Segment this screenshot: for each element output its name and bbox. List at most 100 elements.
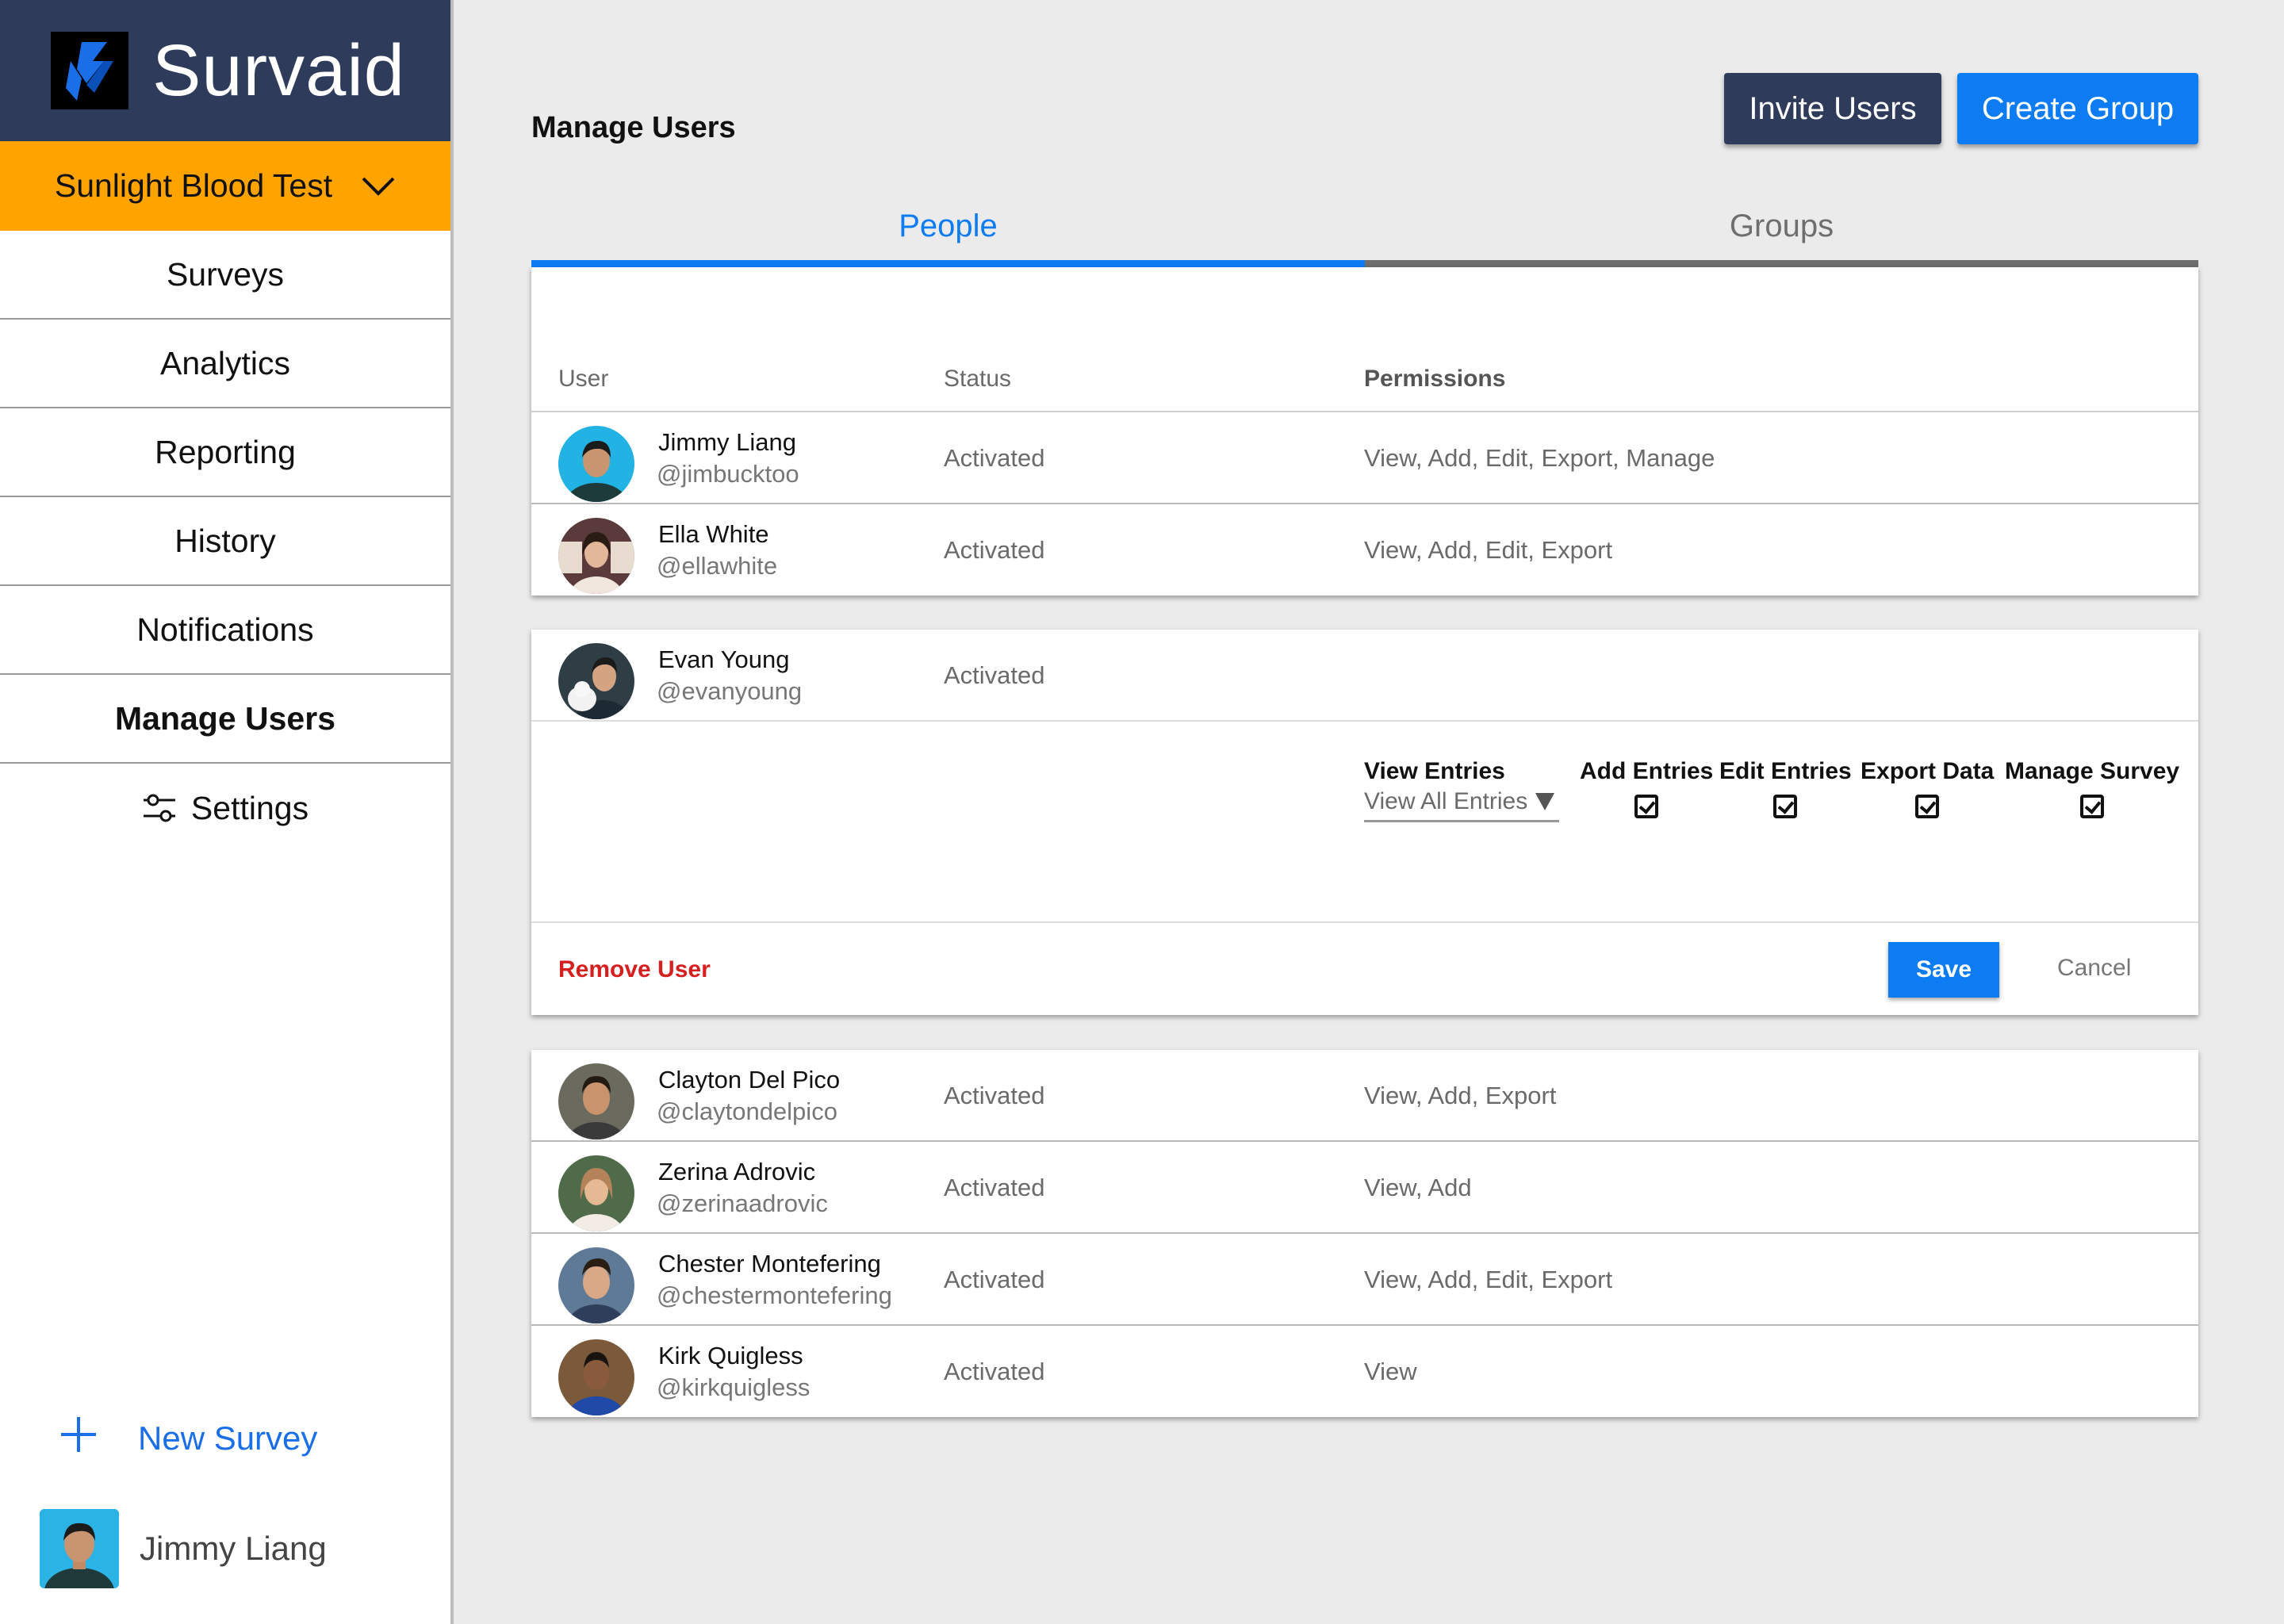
user-permissions: View, Add: [1364, 1174, 1472, 1201]
user-handle: @ellawhite: [657, 552, 778, 580]
table-row[interactable]: Chester Montefering @chestermontefering …: [531, 1234, 2198, 1326]
new-survey-button[interactable]: New Survey: [59, 1415, 317, 1462]
edit-entries-checkbox[interactable]: [1773, 795, 1798, 818]
app-name: Survaid: [152, 29, 405, 111]
table-row[interactable]: Zerina Adrovic @zerinaadrovic Activated …: [531, 1142, 2198, 1234]
user-name: Zerina Adrovic: [658, 1158, 816, 1185]
sidebar-item-manage-users[interactable]: Manage Users: [0, 675, 450, 764]
table-row[interactable]: Evan Young @evanyoung Activated: [531, 630, 2198, 722]
sidebar-item-label: Analytics: [159, 344, 291, 381]
user-name: Jimmy Liang: [658, 428, 796, 456]
export-data-checkbox[interactable]: [1915, 795, 1940, 818]
edit-actions: Remove User Save Cancel: [531, 923, 2198, 1013]
view-entries-select[interactable]: View All Entries: [1364, 788, 1559, 822]
user-name: Kirk Quigless: [658, 1342, 803, 1369]
view-entries-label: View Entries: [1364, 758, 1505, 784]
user-name: Chester Montefering: [658, 1250, 881, 1277]
sidebar-item-analytics[interactable]: Analytics: [0, 320, 450, 408]
save-button[interactable]: Save: [1888, 942, 1999, 998]
cancel-button[interactable]: Cancel: [2057, 955, 2131, 982]
tab-groups[interactable]: Groups: [1365, 202, 2198, 267]
user-handle: @jimbucktoo: [657, 460, 799, 488]
edit-entries-control: Edit Entries: [1719, 758, 1852, 825]
user-edit-panel: Evan Young @evanyoung Activated View Ent…: [531, 630, 2198, 1015]
sidebar-item-label: Notifications: [136, 611, 314, 648]
sidebar-item-history[interactable]: History: [0, 497, 450, 586]
sidebar-item-label: History: [174, 522, 276, 559]
user-permissions: View, Add, Export: [1364, 1082, 1557, 1109]
new-survey-label: New Survey: [138, 1419, 318, 1457]
user-handle: @kirkquigless: [657, 1373, 811, 1401]
column-header-user: User: [558, 366, 609, 392]
user-status: Activated: [944, 1358, 1045, 1385]
user-status: Activated: [944, 1082, 1045, 1109]
user-handle: @zerinaadrovic: [657, 1189, 828, 1217]
column-header-status: Status: [944, 366, 1012, 392]
table-row[interactable]: Jimmy Liang @jimbucktoo Activated View, …: [531, 412, 2198, 504]
users-table-bottom: Clayton Del Pico @claytondelpico Activat…: [531, 1050, 2198, 1417]
sidebar-item-label: Settings: [190, 789, 309, 826]
user-status: Activated: [944, 536, 1045, 564]
tab-people[interactable]: People: [531, 202, 1365, 267]
invite-users-button[interactable]: Invite Users: [1724, 73, 1941, 144]
plus-icon: [59, 1415, 98, 1462]
users-table-top: User Status Permissions Jimmy Liang @jim…: [531, 267, 2198, 596]
permission-editor: View Entries View All Entries Add Entrie…: [531, 722, 2198, 923]
add-entries-checkbox[interactable]: [1634, 795, 1659, 818]
logo-bar: Survaid: [0, 0, 450, 141]
sidebar-item-label: Manage Users: [114, 699, 335, 737]
user-name: Ella White: [658, 520, 769, 548]
avatar: [558, 1247, 634, 1323]
sliders-icon: [142, 792, 177, 824]
export-data-control: Export Data: [1861, 758, 1994, 825]
create-group-button[interactable]: Create Group: [1957, 73, 2198, 144]
sidebar-item-reporting[interactable]: Reporting: [0, 408, 450, 497]
remove-user-button[interactable]: Remove User: [558, 956, 711, 983]
user-permissions: View: [1364, 1358, 1417, 1385]
sidebar-item-settings[interactable]: Settings: [0, 764, 450, 852]
user-handle: @chestermontefering: [657, 1281, 892, 1309]
chevron-down-icon: [361, 167, 396, 205]
user-permissions: View, Add, Edit, Export, Manage: [1364, 444, 1715, 472]
survaid-logo-icon: [51, 32, 128, 109]
sidebar: Survaid Sunlight Blood Test Surveys Anal…: [0, 0, 454, 1624]
add-entries-control: Add Entries: [1580, 758, 1713, 825]
caret-down-icon: [1535, 793, 1555, 810]
project-selector[interactable]: Sunlight Blood Test: [0, 141, 450, 231]
add-entries-label: Add Entries: [1580, 758, 1714, 784]
table-row[interactable]: Ella White @ellawhite Activated View, Ad…: [531, 504, 2198, 596]
view-entries-control: View Entries View All Entries: [1364, 758, 1559, 822]
current-user-name: Jimmy Liang: [140, 1530, 327, 1567]
user-permissions: View, Add, Edit, Export: [1364, 536, 1613, 564]
user-handle: @evanyoung: [657, 677, 803, 705]
user-name: Evan Young: [658, 645, 790, 673]
avatar: [558, 643, 634, 719]
user-permissions: View, Add, Edit, Export: [1364, 1266, 1613, 1293]
avatar: [558, 1155, 634, 1231]
sidebar-item-notifications[interactable]: Notifications: [0, 586, 450, 675]
tab-bar: People Groups: [531, 202, 2198, 267]
edit-entries-label: Edit Entries: [1719, 758, 1852, 784]
page-title: Manage Users: [531, 111, 736, 144]
manage-survey-checkbox[interactable]: [2080, 795, 2105, 818]
table-row[interactable]: Clayton Del Pico @claytondelpico Activat…: [531, 1050, 2198, 1142]
column-header-permissions: Permissions: [1364, 366, 1506, 392]
avatar: [558, 1063, 634, 1139]
user-handle: @claytondelpico: [657, 1097, 837, 1125]
avatar: [558, 1339, 634, 1415]
table-row[interactable]: Kirk Quigless @kirkquigless Activated Vi…: [531, 1326, 2198, 1418]
user-status: Activated: [944, 444, 1045, 472]
user-status: Activated: [944, 661, 1045, 689]
user-name: Clayton Del Pico: [658, 1066, 841, 1094]
current-user[interactable]: Jimmy Liang: [40, 1509, 327, 1588]
user-status: Activated: [944, 1174, 1045, 1201]
export-data-label: Export Data: [1861, 758, 1995, 784]
avatar: [558, 426, 634, 502]
sidebar-item-label: Surveys: [166, 255, 285, 293]
sidebar-item-surveys[interactable]: Surveys: [0, 231, 450, 320]
view-entries-value: View All Entries: [1364, 788, 1528, 814]
manage-survey-label: Manage Survey: [2005, 758, 2180, 784]
avatar: [558, 518, 634, 594]
table-header: User Status Permissions: [531, 267, 2198, 412]
sidebar-item-label: Reporting: [155, 433, 296, 470]
